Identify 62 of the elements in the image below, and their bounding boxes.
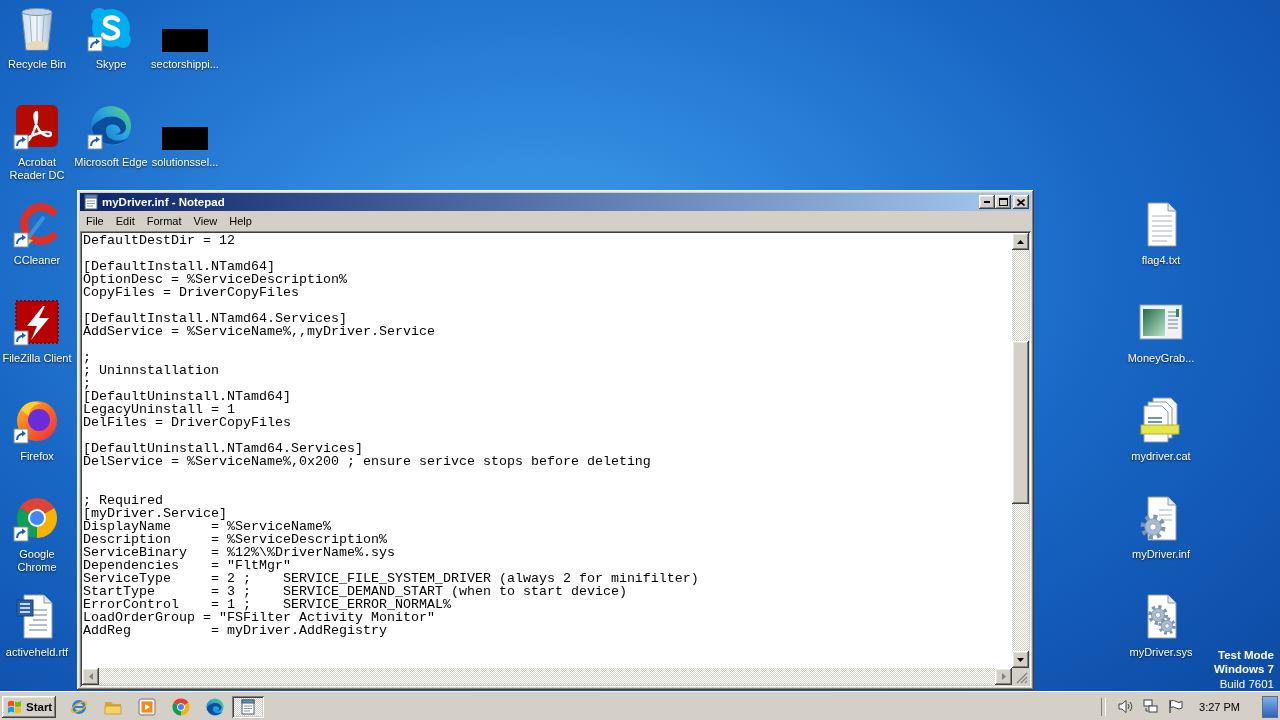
minimize-button[interactable] [979, 195, 995, 209]
blank-thumbnail-icon[interactable] [162, 127, 208, 150]
network-icon[interactable] [1143, 699, 1159, 714]
notepad-icon [83, 194, 99, 210]
scroll-down-button[interactable] [1012, 651, 1029, 668]
desktop-item-label[interactable]: Skype [95, 58, 127, 71]
scroll-up-button[interactable] [1012, 233, 1029, 250]
os-name-text: Windows 7 [1214, 662, 1274, 677]
text-editor[interactable]: DefaultDestDir = 12 [DefaultInstall.NTamd64] OptionDesc = %ServiceDescription% CopyFiles = DriverCopyFiles [DefaultInstall.NTamd64.Services] AddService = %ServiceName%,,myDriver.Service ; ; Uninnstallation ; [DefaultUninstall.NTamd64] LegacyUninstall = 1 DelFiles = DriverCopyFiles [DefaultUninstall.NTamd64.Services] DelService = %ServiceName%,0x200 ; ensure serivce stops before deleting ; Required [myDriver.Service] DisplayName = %ServiceName% Description = %ServiceDescription% ServiceBinary = %12%\%DriverName%.sys Dependencies = "FltMgr" ServiceType = 2 ; SERVICE_FILE_SYSTEM_DRIVER (always 2 for minifilter) StartType = 3 ; SERVICE_DEMAND_START (when to start device) ErrorControl = 1 ; SERVICE_ERROR_NORMAL% LoadOrderGroup = "FSFilter Activity Monitor" AddReg = myDriver.AddRegistry [82, 233, 1012, 668]
resize-grip-icon[interactable] [1016, 672, 1028, 684]
desktop-item-label[interactable]: myDriver.sys [1129, 646, 1193, 659]
minimize-icon [984, 201, 990, 203]
flag-icon[interactable] [1168, 699, 1184, 714]
notepad-task-button[interactable] [232, 695, 264, 718]
desktop-item-label[interactable]: Acrobat Reader DC [0, 156, 74, 182]
desktop-item-label[interactable]: flag4.txt [1141, 254, 1181, 267]
desktop-item-label[interactable]: solutionssel... [151, 156, 219, 169]
windows-logo-icon [6, 698, 23, 715]
chrome-icon[interactable] [172, 697, 190, 716]
maximize-button[interactable] [995, 195, 1011, 209]
test-mode-text: Test Mode [1218, 647, 1274, 662]
down-arrow-icon [1017, 657, 1024, 662]
ie-browser-icon[interactable] [70, 697, 88, 716]
clock-text: 3:27 PM [1199, 700, 1240, 713]
horizontal-scrollbar[interactable] [82, 668, 1012, 685]
window-title: myDriver.inf - Notepad [102, 195, 225, 209]
scroll-thumb[interactable] [1012, 341, 1029, 504]
ftp-app-icon[interactable] [13, 298, 61, 346]
close-button[interactable] [1013, 195, 1029, 209]
menu-item[interactable]: Edit [109, 213, 141, 229]
media-player-icon[interactable] [138, 697, 156, 716]
desktop-item-label[interactable]: Recycle Bin [7, 58, 67, 71]
menu-item[interactable]: View [187, 213, 224, 229]
desktop-item-label[interactable]: sectorshippi... [151, 58, 219, 71]
desktop-item-label[interactable]: Google Chrome [0, 548, 74, 574]
menu-item[interactable]: Format [140, 213, 188, 229]
right-arrow-icon [1001, 673, 1006, 680]
menu-item[interactable]: Help [223, 213, 258, 229]
desktop-item-label[interactable]: MoneyGrab... [1127, 352, 1195, 365]
scroll-right-button[interactable] [995, 668, 1012, 685]
desktop-item-label[interactable]: myDriver.inf [1131, 548, 1191, 561]
desktop-item-label[interactable]: Firefox [20, 450, 54, 463]
scroll-left-button[interactable] [82, 668, 99, 685]
notepad-icon [240, 698, 256, 715]
desktop-item-label[interactable]: activeheld.rtf [5, 646, 69, 659]
desktop-item-label[interactable]: FileZilla Client [2, 352, 72, 365]
edge-icon[interactable] [206, 697, 224, 716]
desktop-item-label[interactable]: mydriver.cat [1131, 450, 1191, 463]
blank-thumbnail-icon[interactable] [162, 29, 208, 52]
close-icon [1017, 198, 1025, 206]
up-arrow-icon [1017, 239, 1024, 244]
build-number-text: Build 7601 [1219, 676, 1274, 691]
vertical-scrollbar[interactable] [1012, 233, 1029, 668]
menu-item[interactable]: File [80, 213, 110, 229]
speaker-icon[interactable] [1118, 699, 1134, 714]
show-desktop-button[interactable] [1262, 695, 1278, 718]
desktop-item-label[interactable]: CCleaner [13, 254, 61, 267]
left-arrow-icon [88, 673, 93, 680]
maximize-icon [998, 198, 1008, 206]
desktop-item-label[interactable]: Microsoft Edge [74, 156, 148, 169]
pdf-app-icon[interactable] [13, 102, 61, 150]
start-button[interactable]: Start [2, 695, 56, 718]
